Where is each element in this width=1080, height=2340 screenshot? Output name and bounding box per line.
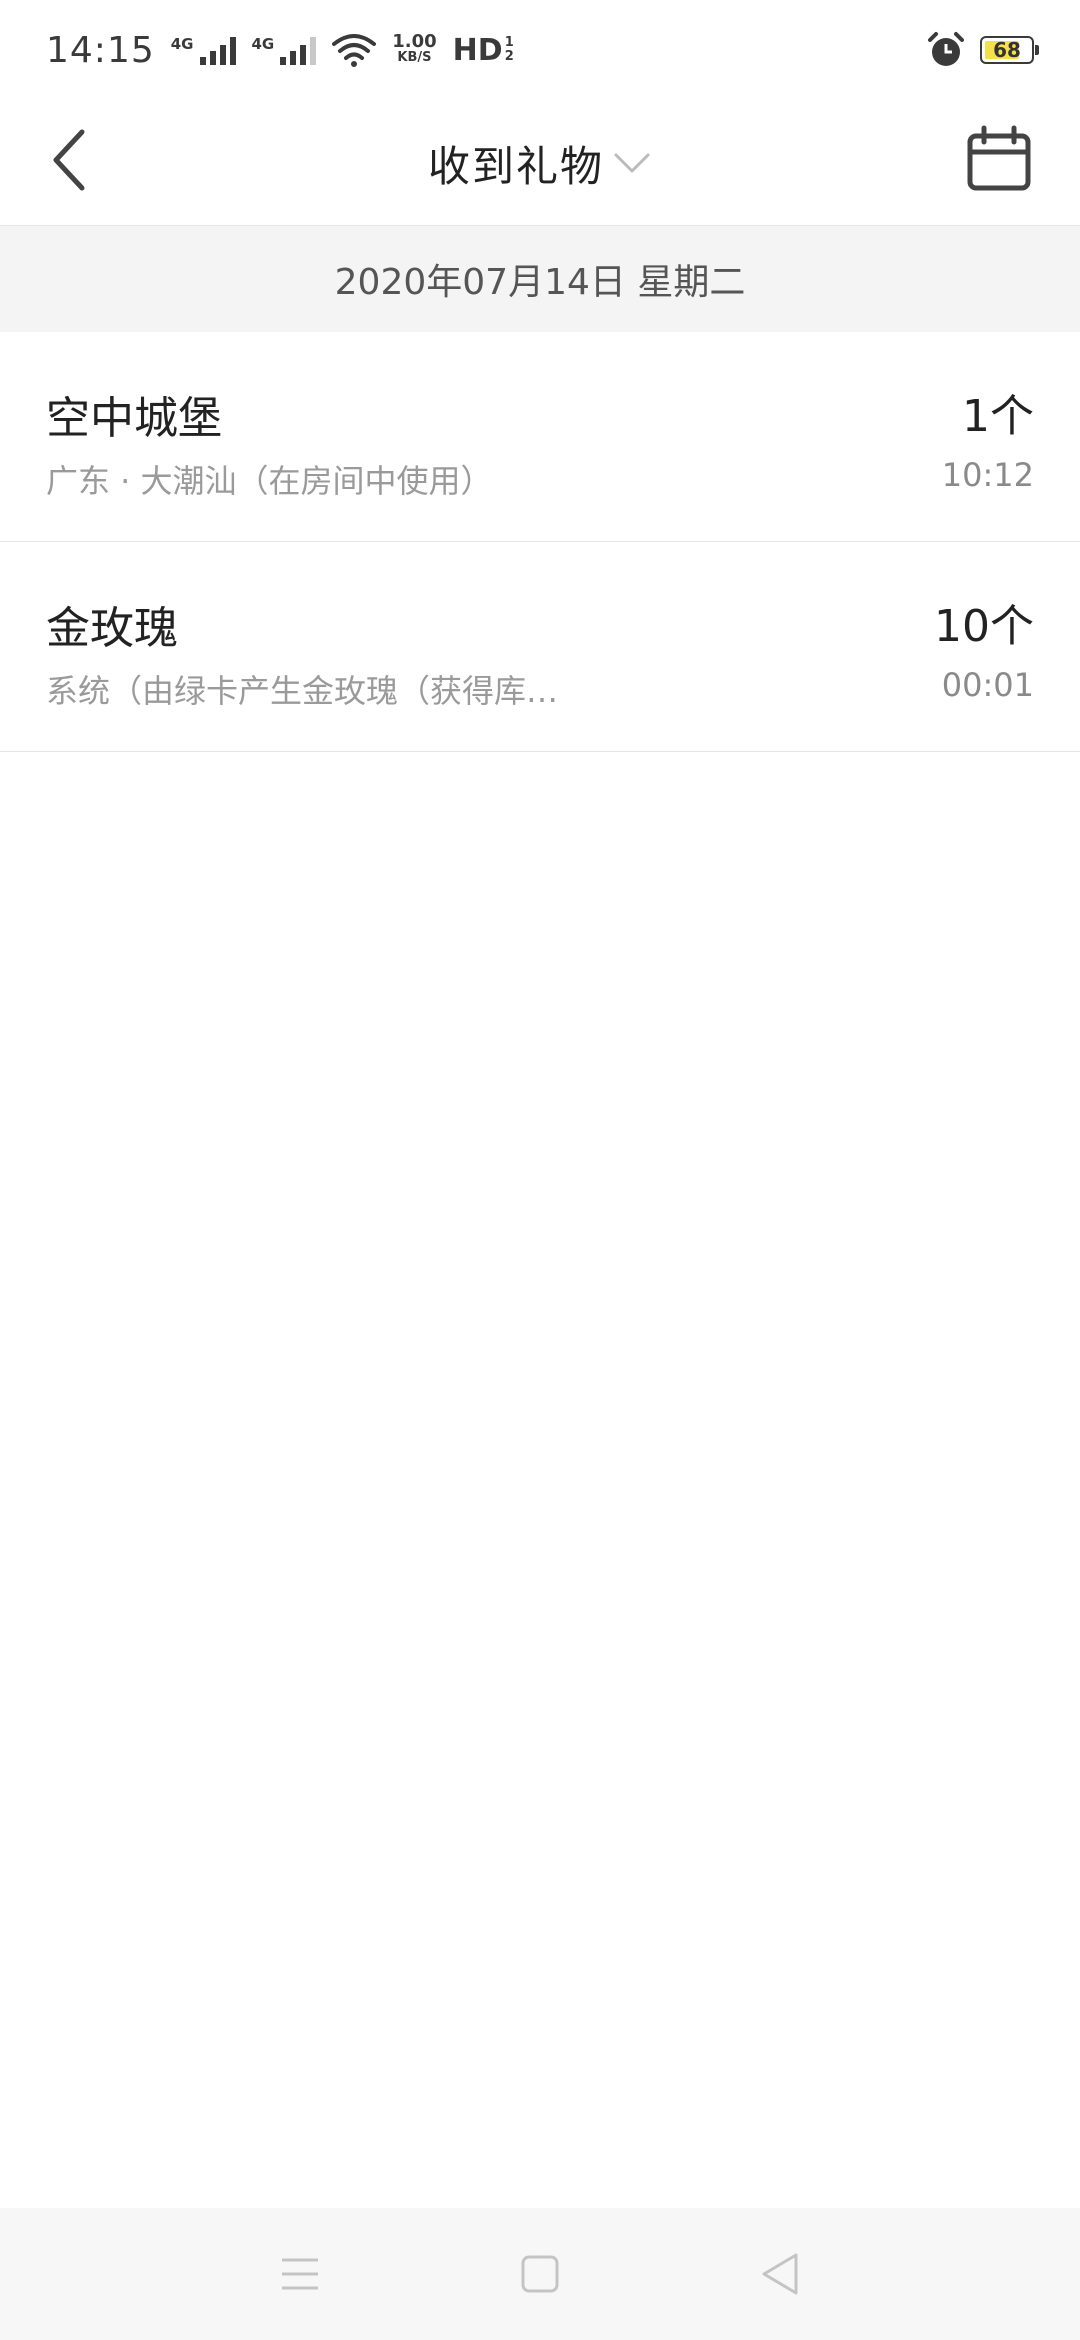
calendar-icon — [967, 125, 1031, 191]
page-title: 收到礼物 — [427, 141, 604, 191]
network-type-label: 4G — [251, 35, 275, 53]
gift-time: 00:01 — [941, 666, 1034, 704]
battery-icon: 68 — [980, 36, 1039, 64]
date-text: 2020年07月14日 星期二 — [334, 262, 746, 303]
gift-qty: 10个 — [934, 601, 1034, 652]
battery-level: 68 — [993, 38, 1021, 62]
back-triangle-icon — [762, 2253, 798, 2295]
gift-time: 10:12 — [941, 456, 1034, 494]
menu-button[interactable] — [270, 2244, 330, 2304]
hd-indicator: HD 1 2 — [453, 33, 514, 68]
wifi-icon — [332, 34, 377, 67]
hd-sub-top: 1 — [504, 35, 514, 50]
gift-qty: 1个 — [962, 391, 1034, 442]
back-nav-button[interactable] — [750, 2244, 810, 2304]
list-item[interactable]: 空中城堡 广东 · 大潮汕（在房间中使用） 1个 10:12 — [0, 332, 1080, 542]
title-dropdown[interactable]: 收到礼物 — [0, 100, 1080, 226]
status-time: 14:15 — [46, 29, 155, 71]
network-type-label: 4G — [170, 35, 194, 53]
hd-sub-bottom: 2 — [504, 49, 514, 64]
gift-name: 金玫瑰 — [46, 603, 178, 654]
status-right: 68 — [926, 30, 1039, 70]
cellular-signal-1-icon: 4G — [171, 35, 236, 65]
gift-list: 空中城堡 广东 · 大潮汕（在房间中使用） 1个 10:12 金玫瑰 系统（由绿… — [0, 332, 1080, 752]
home-square-icon — [521, 2255, 559, 2293]
speed-value: 1.00 — [392, 31, 437, 52]
list-item[interactable]: 金玫瑰 系统（由绿卡产生金玫瑰（获得库… 10个 00:01 — [0, 542, 1080, 752]
app-header: 收到礼物 — [0, 100, 1080, 226]
hd-label: HD — [452, 32, 503, 68]
system-nav-bar — [0, 2208, 1080, 2340]
alarm-clock-icon — [928, 32, 964, 66]
date-bar: 2020年07月14日 星期二 — [0, 226, 1080, 332]
status-left: 14:15 4G 4G 1.00 KB/S HD 1 2 — [46, 30, 514, 71]
home-button[interactable] — [510, 2244, 570, 2304]
calendar-button[interactable] — [964, 124, 1034, 194]
chevron-down-icon — [614, 153, 650, 173]
cellular-signal-2-icon: 4G — [252, 35, 317, 65]
gift-name: 空中城堡 — [46, 393, 222, 444]
speed-unit: KB/S — [397, 50, 432, 65]
menu-icon — [282, 2258, 318, 2290]
status-bar: 14:15 4G 4G 1.00 KB/S HD 1 2 68 — [0, 0, 1080, 100]
gift-desc: 系统（由绿卡产生金玫瑰（获得库… — [46, 672, 559, 710]
network-speed: 1.00 KB/S — [392, 31, 437, 66]
gift-desc: 广东 · 大潮汕（在房间中使用） — [46, 462, 493, 500]
